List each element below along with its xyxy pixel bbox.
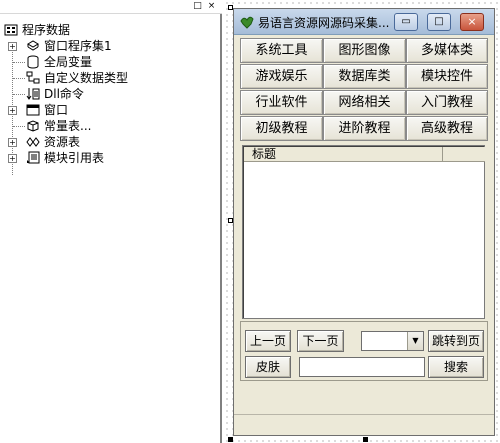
page-select[interactable]: ▼: [361, 331, 424, 351]
next-page-button[interactable]: 下一页: [297, 330, 344, 352]
column-header-title[interactable]: 标题: [244, 147, 443, 162]
panel-restore-button[interactable]: □: [192, 1, 203, 12]
tree-item-label: 窗口: [44, 103, 69, 117]
category-button[interactable]: 模块控件: [406, 64, 488, 89]
constants-icon: [27, 120, 39, 132]
jump-to-page-button[interactable]: 跳转到页: [428, 330, 484, 352]
dll-command-icon: [26, 88, 40, 100]
tree-root-label: 程序数据: [22, 23, 71, 37]
tree-panel-header: □ ×: [0, 0, 222, 14]
skin-button[interactable]: 皮肤: [245, 356, 291, 378]
resize-handle[interactable]: [228, 437, 233, 442]
tree-item-label: 全局变量: [44, 55, 93, 69]
expand-icon[interactable]: +: [8, 138, 17, 147]
close-button[interactable]: ×: [460, 13, 484, 31]
minimize-button[interactable]: ▭: [394, 13, 418, 31]
column-header-blank[interactable]: [444, 147, 485, 162]
category-button[interactable]: 数据库类: [323, 64, 406, 89]
paging-panel: 上一页 下一页 ▼ 跳转到页 皮肤 搜索: [240, 321, 488, 381]
chevron-down-icon[interactable]: ▼: [407, 332, 423, 350]
expand-icon[interactable]: +: [8, 154, 17, 163]
tree-item-label: 资源表: [44, 135, 81, 149]
app-icon: [240, 16, 254, 29]
data-type-icon: [26, 71, 40, 84]
category-button[interactable]: 行业软件: [240, 90, 323, 115]
category-button[interactable]: 入门教程: [406, 90, 488, 115]
form-titlebar[interactable]: 易语言资源网源码采集... ▭ □ ×: [234, 9, 494, 35]
expand-icon[interactable]: +: [8, 106, 17, 115]
search-input[interactable]: [299, 357, 425, 377]
category-button[interactable]: 高级教程: [406, 116, 488, 141]
status-bar: [234, 414, 494, 435]
results-listbox[interactable]: 标题: [242, 145, 485, 319]
category-button[interactable]: 图形图像: [323, 38, 406, 63]
category-button[interactable]: 系统工具: [240, 38, 323, 63]
resize-handle[interactable]: [363, 437, 368, 442]
category-button[interactable]: 游戏娱乐: [240, 64, 323, 89]
assembly-icon: [27, 40, 39, 51]
form-title: 易语言资源网源码采集...: [258, 16, 390, 30]
window-icon: [26, 104, 40, 116]
tree-item-label: 模块引用表: [44, 151, 105, 165]
panel-close-button[interactable]: ×: [206, 1, 217, 12]
expand-icon[interactable]: +: [8, 42, 17, 51]
program-data-icon: [4, 24, 18, 36]
prev-page-button[interactable]: 上一页: [245, 330, 291, 352]
category-button[interactable]: 进阶教程: [323, 116, 406, 141]
tree-item-label: 常量表...: [44, 119, 92, 133]
module-reference-icon: [27, 151, 40, 164]
maximize-button[interactable]: □: [427, 13, 451, 31]
resources-icon: [26, 137, 40, 147]
category-button[interactable]: 网络相关: [323, 90, 406, 115]
designed-form-window[interactable]: 易语言资源网源码采集... ▭ □ × 系统工具 图形图像 多媒体类游戏娱乐 数据库类…: [233, 8, 495, 436]
tree-item-label: 窗口程序集1: [44, 39, 112, 53]
tree-item-label: Dll命令: [44, 87, 84, 101]
tree-item-label: 自定义数据类型: [44, 71, 129, 85]
category-button[interactable]: 多媒体类: [406, 38, 488, 63]
tree-panel: □ × 程序数据 + 窗口程序集1 全局变量 自定义数据类型 Dll命令 + 窗…: [0, 0, 222, 443]
database-icon: [27, 55, 39, 69]
category-button[interactable]: 初级教程: [240, 116, 323, 141]
search-button[interactable]: 搜索: [428, 356, 484, 378]
list-header: 标题: [244, 147, 485, 162]
